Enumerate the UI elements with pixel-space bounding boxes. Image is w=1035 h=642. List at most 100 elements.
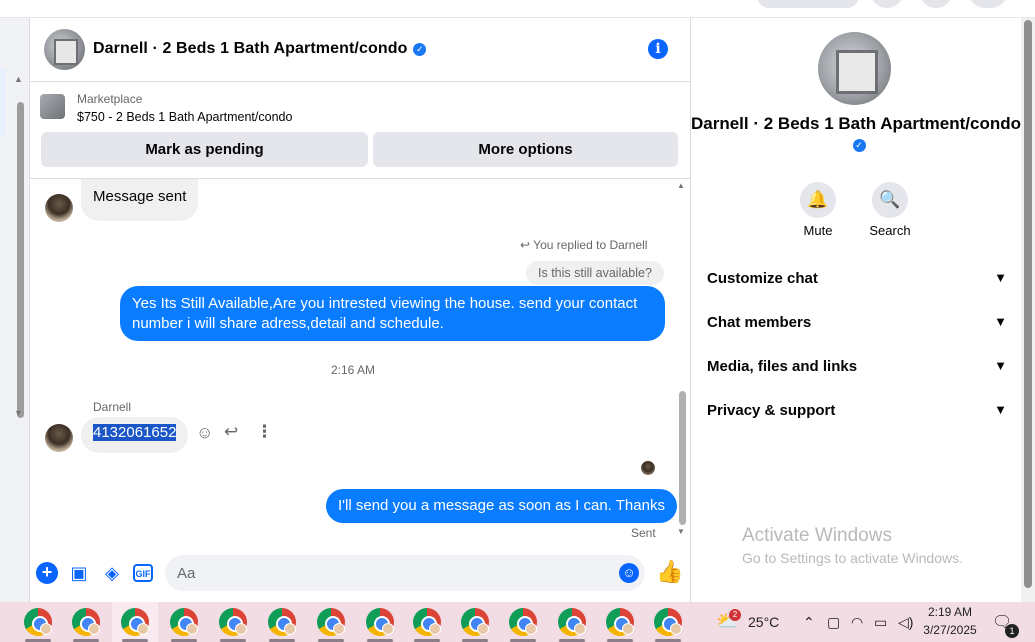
message-composer: + ▣ ◈ GIF Aa ☺ 👍: [30, 547, 691, 602]
sent-status: Sent: [631, 526, 656, 540]
chrome-profile-icon[interactable]: [654, 608, 682, 636]
row-label: Chat members: [707, 314, 812, 331]
page-scrollbar-thumb[interactable]: [1024, 20, 1032, 588]
row-label: Media, files and links: [707, 358, 858, 375]
search-button[interactable]: 🔍: [872, 182, 908, 218]
chrome-profile-icon[interactable]: [170, 608, 198, 636]
incoming-phone-bubble[interactable]: 4132061652: [81, 417, 189, 453]
meet-now-icon[interactable]: ▢: [827, 614, 840, 631]
chevron-down-icon: ▼: [994, 314, 1007, 329]
clock-date[interactable]: 3/27/2025: [921, 623, 979, 637]
chat-title[interactable]: Darnell · 2 Beds 1 Bath Apartment/condo ✓: [93, 40, 427, 58]
outgoing-message-bubble[interactable]: Yes Its Still Available,Are you intreste…: [120, 286, 665, 341]
message-input[interactable]: Aa ☺: [165, 555, 645, 591]
customize-chat-row[interactable]: Customize chat ▼: [707, 270, 1007, 298]
listing-price-title[interactable]: $750 - 2 Beds 1 Bath Apartment/condo: [77, 110, 292, 124]
conversation-title: Darnell · 2 Beds 1 Bath Apartment/condo ✓: [691, 114, 1021, 154]
outgoing-auto-reply-bubble[interactable]: I'll send you a message as soon as I can…: [326, 489, 677, 523]
contact-avatar[interactable]: [45, 194, 73, 222]
message-thread: Message sent ↩ You replied to Darnell Is…: [30, 179, 691, 547]
bell-icon: 🔔: [807, 190, 829, 209]
conversation-info-panel: Darnell · 2 Beds 1 Bath Apartment/condo ✓…: [691, 18, 1021, 602]
conversation-title-text: Darnell · 2 Beds 1 Bath Apartment/condo: [691, 114, 1021, 133]
row-label: Customize chat: [707, 270, 818, 287]
facebook-top-bar: [0, 0, 1035, 18]
top-bar-icon-button[interactable]: [870, 0, 904, 8]
mute-button[interactable]: 🔔: [800, 182, 836, 218]
clock-time[interactable]: 2:19 AM: [925, 605, 975, 619]
phone-number-text[interactable]: 4132061652: [93, 424, 177, 441]
verified-badge-icon: ✓: [852, 139, 866, 152]
chevron-down-icon: ▼: [994, 270, 1007, 285]
contact-avatar[interactable]: [45, 424, 73, 452]
top-bar-pill[interactable]: [757, 0, 859, 8]
page-scrollbar[interactable]: [1021, 18, 1035, 602]
plus-icon[interactable]: +: [36, 562, 58, 584]
chrome-profile-icon[interactable]: [509, 608, 537, 636]
listing-avatar-large[interactable]: [818, 32, 891, 105]
scroll-up-arrow-icon[interactable]: ▲: [14, 74, 23, 84]
windows-taskbar: ⛅ 2 25°C ⌃ ▢ ◠ ▭ ◁) 2:19 AM 3/27/2025 🗨 …: [0, 602, 1035, 642]
chrome-profile-icon[interactable]: [606, 608, 634, 636]
wifi-icon[interactable]: ◠: [851, 614, 863, 631]
more-options-button[interactable]: More options: [373, 132, 678, 167]
chrome-profile-icon[interactable]: [317, 608, 345, 636]
scroll-down-arrow-icon[interactable]: ▼: [677, 527, 685, 536]
chevron-up-icon[interactable]: ⌃: [803, 614, 815, 631]
privacy-support-row[interactable]: Privacy & support ▼: [707, 402, 1007, 430]
thread-scrollbar-thumb[interactable]: [679, 391, 686, 525]
emoji-icon[interactable]: ☺: [619, 563, 639, 583]
scroll-up-arrow-icon[interactable]: ▲: [677, 181, 685, 190]
row-label: Privacy & support: [707, 402, 836, 419]
battery-icon[interactable]: ▭: [874, 614, 887, 631]
message-input-placeholder: Aa: [177, 565, 196, 582]
chrome-profile-icon[interactable]: [461, 608, 489, 636]
listing-avatar[interactable]: [44, 29, 85, 70]
temperature[interactable]: 25°C: [748, 614, 779, 630]
listing-thumbnail[interactable]: [40, 94, 65, 119]
chrome-profile-icon[interactable]: [558, 608, 586, 636]
reply-note-text: You replied to Darnell: [533, 238, 648, 252]
volume-icon[interactable]: ◁): [898, 614, 913, 631]
chevron-down-icon: ▼: [994, 402, 1007, 417]
chrome-profile-icon[interactable]: [121, 608, 149, 636]
marketplace-label: Marketplace: [77, 92, 143, 106]
chat-header: Darnell · 2 Beds 1 Bath Apartment/condo ✓…: [30, 18, 691, 82]
thumbs-up-icon[interactable]: 👍: [656, 559, 683, 585]
more-actions-icon[interactable]: ⋮: [256, 422, 273, 442]
activate-windows-subtitle: Go to Settings to activate Windows.: [742, 550, 963, 566]
search-icon: 🔍: [879, 190, 901, 209]
chat-panel: Darnell · 2 Beds 1 Bath Apartment/condo ✓…: [30, 18, 691, 602]
incoming-message-bubble[interactable]: Message sent: [81, 179, 199, 221]
mark-as-pending-button[interactable]: Mark as pending: [41, 132, 368, 167]
chevron-down-icon: ▼: [994, 358, 1007, 373]
left-scrollbar-thumb[interactable]: [17, 102, 24, 418]
reply-arrow-icon: ↩: [520, 238, 534, 252]
photo-icon[interactable]: ▣: [68, 562, 90, 584]
read-receipt-avatar: [641, 461, 655, 475]
reply-note: ↩ You replied to Darnell: [520, 238, 647, 252]
activate-windows-title: Activate Windows: [742, 525, 892, 546]
replied-message-quote[interactable]: Is this still available?: [526, 261, 664, 285]
notification-count-badge: 1: [1005, 624, 1019, 638]
scroll-down-arrow-icon[interactable]: ▼: [14, 408, 23, 418]
sender-name: Darnell: [93, 400, 132, 414]
gif-icon[interactable]: GIF: [133, 564, 153, 582]
chrome-profile-icon[interactable]: [413, 608, 441, 636]
chrome-profile-icon[interactable]: [219, 608, 247, 636]
media-files-links-row[interactable]: Media, files and links ▼: [707, 358, 1007, 386]
reply-icon[interactable]: ↩: [224, 422, 238, 442]
sticker-icon[interactable]: ◈: [101, 562, 123, 584]
react-emoji-icon[interactable]: ☺: [196, 423, 213, 443]
chrome-profile-icon[interactable]: [24, 608, 52, 636]
profile-avatar-button[interactable]: [968, 0, 1008, 8]
top-bar-icon-button[interactable]: [919, 0, 953, 8]
chrome-profile-icon[interactable]: [72, 608, 100, 636]
chat-members-row[interactable]: Chat members ▼: [707, 314, 1007, 342]
weather-badge: 2: [729, 609, 741, 621]
chrome-profile-icon[interactable]: [366, 608, 394, 636]
thread-scrollbar[interactable]: ▲ ▼: [676, 181, 688, 539]
message-timestamp: 2:16 AM: [331, 363, 376, 377]
info-icon[interactable]: i: [648, 39, 668, 59]
chrome-profile-icon[interactable]: [268, 608, 296, 636]
